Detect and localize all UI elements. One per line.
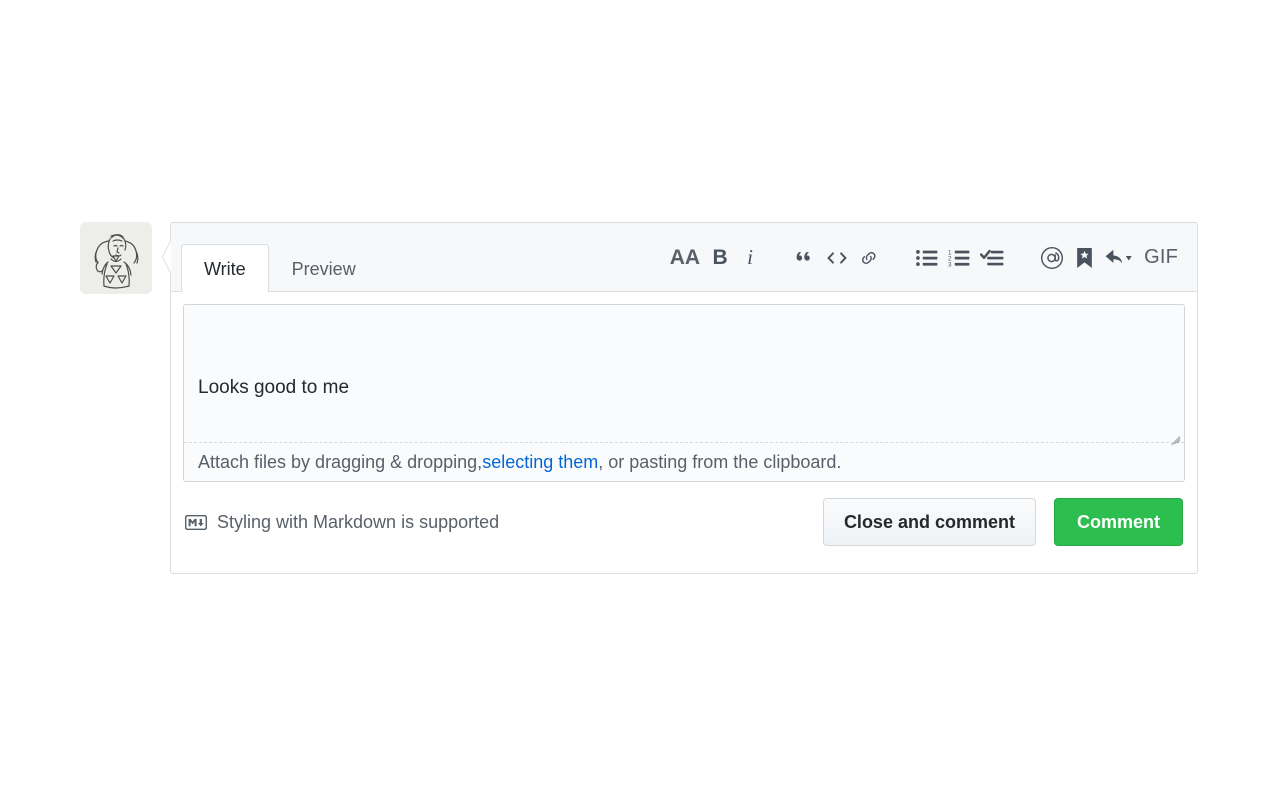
form-body: Looks good to me ![](https://media2.giph…: [171, 292, 1197, 482]
bold-button[interactable]: B: [705, 241, 735, 275]
saved-replies-button[interactable]: [1069, 241, 1099, 275]
link-button[interactable]: [853, 241, 885, 275]
markdown-toolbar: AA B i 1 2 3 GIF: [665, 223, 1183, 292]
reply-arrow-icon: [1105, 249, 1132, 263]
comment-textarea[interactable]: Looks good to me ![](https://media2.giph…: [184, 305, 1184, 446]
form-actions: Close and comment Comment: [822, 498, 1183, 546]
quote-icon: [796, 251, 810, 261]
form-footer: Styling with Markdown is supported Close…: [171, 482, 1197, 562]
textarea-resize-handle[interactable]: [1167, 426, 1181, 446]
italic-icon: i: [747, 245, 753, 269]
toolbar-group-extras: GIF: [1035, 241, 1183, 275]
toolbar-group-insert-block: [791, 241, 885, 275]
heading-icon: AA: [669, 245, 701, 269]
markdown-icon: [185, 514, 207, 530]
quote-button[interactable]: [791, 241, 821, 275]
svg-text:3: 3: [948, 261, 952, 267]
gif-icon: GIF: [1144, 246, 1178, 268]
speech-bubble-pointer: [162, 239, 172, 275]
task-list-icon: [980, 249, 1004, 265]
italic-button[interactable]: i: [735, 241, 765, 275]
toolbar-group-lists: 1 2 3: [911, 241, 1009, 275]
markdown-hint[interactable]: Styling with Markdown is supported: [185, 512, 499, 533]
reference-button[interactable]: [1099, 241, 1139, 275]
close-and-comment-button[interactable]: Close and comment: [822, 498, 1036, 546]
composer: Looks good to me ![](https://media2.giph…: [183, 304, 1185, 482]
heading-button[interactable]: AA: [665, 241, 705, 275]
bold-icon: B: [712, 245, 728, 269]
gif-button[interactable]: GIF: [1139, 241, 1183, 275]
comment-text-line-1: Looks good to me: [198, 377, 350, 399]
form-header: Write Preview AA B i 1 2 3 GIF: [171, 223, 1197, 292]
ordered-list-button[interactable]: 1 2 3: [943, 241, 975, 275]
markdown-hint-label: Styling with Markdown is supported: [217, 511, 500, 532]
tab-preview[interactable]: Preview: [269, 244, 379, 292]
comment-form: Write Preview AA B i 1 2 3 GIF Looks goo…: [162, 222, 1198, 574]
avatar[interactable]: [80, 222, 152, 294]
unordered-list-button[interactable]: [911, 241, 943, 275]
tab-list: Write Preview: [181, 244, 379, 292]
comment-button[interactable]: Comment: [1053, 498, 1183, 546]
mention-at-icon: [1041, 246, 1064, 269]
bookmark-star-icon: [1076, 247, 1092, 268]
unordered-list-icon: [916, 249, 938, 266]
link-icon: [862, 251, 876, 264]
toolbar-group-text-format: AA B i: [665, 241, 765, 275]
tab-preview-label: Preview: [291, 259, 356, 279]
tab-write[interactable]: Write: [181, 244, 269, 292]
code-icon: [827, 251, 847, 264]
screen: Write Preview AA B i 1 2 3 GIF Looks goo…: [0, 0, 1280, 800]
ordered-list-icon: 1 2 3: [948, 249, 970, 268]
task-list-button[interactable]: [975, 241, 1009, 275]
mention-button[interactable]: [1035, 241, 1069, 275]
tab-write-label: Write: [204, 259, 246, 279]
avatar-sketch-icon: [80, 222, 152, 294]
code-button[interactable]: [821, 241, 853, 275]
